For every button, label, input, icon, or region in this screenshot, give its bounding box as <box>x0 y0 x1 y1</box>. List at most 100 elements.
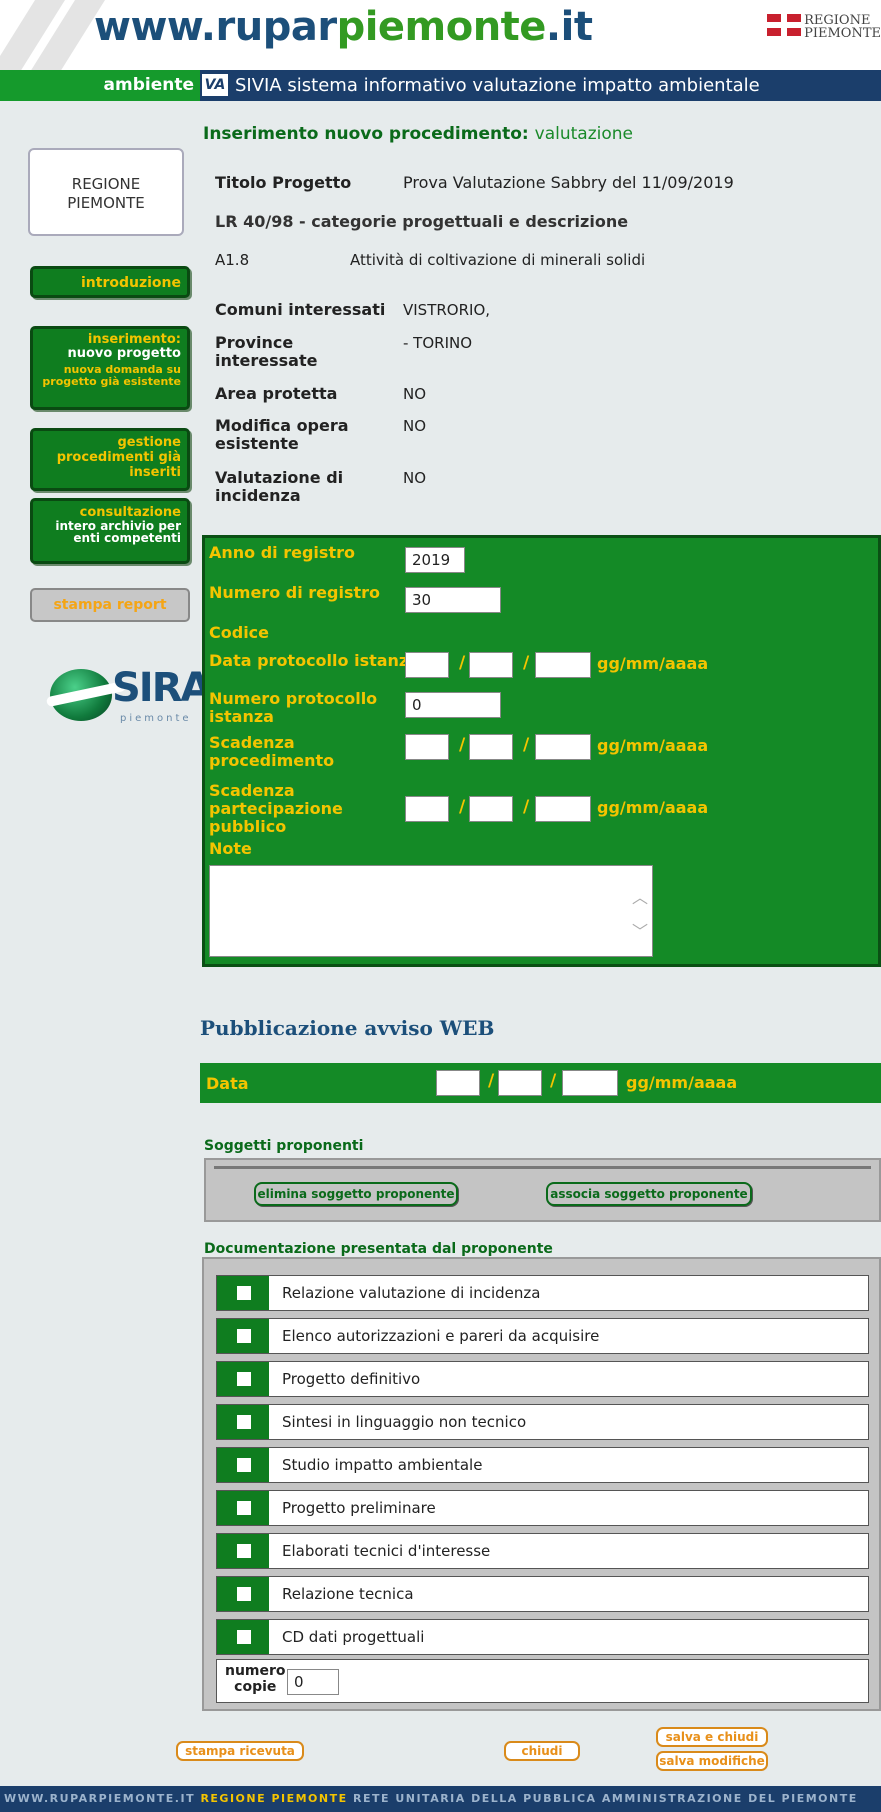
page-title: Inserimento nuovo procedimento: valutazi… <box>203 124 633 144</box>
sidebar-link-nuova-domanda[interactable]: nuova domanda su progetto già esistente <box>39 364 181 388</box>
footer-site-link[interactable]: WWW.RUPARPIEMONTE.IT <box>4 1792 195 1805</box>
data-protocollo-day[interactable] <box>405 652 449 678</box>
valutazione-incidenza-label: Valutazione di incidenza <box>215 468 344 505</box>
web-data-month[interactable] <box>498 1070 542 1096</box>
pubblicazione-date-bar: Data / / gg/mm/aaaa <box>200 1063 881 1103</box>
sidebar-item-inserimento[interactable]: inserimento: nuovo progetto nuova domand… <box>30 326 190 410</box>
doc-item[interactable]: Elenco autorizzazioni e pareri da acquis… <box>216 1318 869 1354</box>
anno-registro-label: Anno di registro <box>209 543 355 562</box>
numero-registro-input[interactable] <box>405 587 501 613</box>
doc-item[interactable]: Elaborati tecnici d'interesse <box>216 1533 869 1569</box>
regione-piemonte-logo[interactable]: REGIONE PIEMONTE <box>767 14 881 40</box>
doc-checkbox[interactable] <box>237 1286 251 1300</box>
province-label: Province interessate <box>215 333 318 370</box>
scadenza-partecipazione-label: Scadenza partecipazione pubblico <box>209 781 343 836</box>
web-data-day[interactable] <box>436 1070 480 1096</box>
salva-chiudi-button[interactable]: salva e chiudi <box>656 1727 768 1747</box>
doc-checkbox[interactable] <box>237 1372 251 1386</box>
lr-heading: LR 40/98 - categorie progettuali e descr… <box>215 212 629 231</box>
pubblicazione-heading: Pubblicazione avviso WEB <box>200 1016 495 1040</box>
modifica-opera-label: Modifica opera esistente <box>215 416 349 453</box>
doc-item[interactable]: CD dati progettuali <box>216 1619 869 1655</box>
doc-item[interactable]: Progetto preliminare <box>216 1490 869 1526</box>
ruparpiemonte-logo[interactable]: www.ruparpiemonte.it <box>94 4 593 50</box>
date-separator: / <box>488 1071 495 1091</box>
soggetti-divider <box>214 1166 871 1169</box>
area-protetta-label: Area protetta <box>215 384 338 403</box>
scadenza-partecipazione-day[interactable] <box>405 796 449 822</box>
numero-copie-input[interactable] <box>287 1669 339 1695</box>
regione-flag-icon <box>767 14 802 36</box>
sidebar-stampa-report-button[interactable]: stampa report <box>30 588 190 622</box>
chiudi-button[interactable]: chiudi <box>504 1741 580 1761</box>
footer-regione-link[interactable]: REGIONE PIEMONTE <box>200 1792 347 1805</box>
doc-item[interactable]: Relazione tecnica <box>216 1576 869 1612</box>
numero-registro-label: Numero di registro <box>209 583 380 602</box>
sira-logo-text: SIRA <box>112 665 211 711</box>
doc-item[interactable]: Relazione valutazione di incidenza <box>216 1275 869 1311</box>
soggetti-title: Soggetti proponenti <box>204 1138 364 1154</box>
numero-protocollo-input[interactable] <box>405 692 501 718</box>
date-separator: / <box>550 1071 557 1091</box>
sidebar-item-introduzione[interactable]: introduzione <box>30 266 190 298</box>
numero-copie-label: numero copie <box>225 1663 286 1695</box>
data-protocollo-year[interactable] <box>535 652 591 678</box>
site-header: www.ruparpiemonte.it REGIONE PIEMONTE <box>0 0 881 70</box>
sidebar-item-consultazione[interactable]: consultazione intero archivio per enti c… <box>30 498 190 564</box>
date-format-hint: gg/mm/aaaa <box>597 736 709 755</box>
sidebar-item-gestione[interactable]: gestione procedimenti già inseriti <box>30 428 190 491</box>
sidebar-regione-line2: PIEMONTE <box>67 194 145 212</box>
scadenza-procedimento-day[interactable] <box>405 734 449 760</box>
doc-item[interactable]: Sintesi in linguaggio non tecnico <box>216 1404 869 1440</box>
doc-checkbox[interactable] <box>237 1329 251 1343</box>
doc-checkbox[interactable] <box>237 1587 251 1601</box>
date-separator: / <box>459 797 466 817</box>
scadenza-procedimento-month[interactable] <box>469 734 513 760</box>
scroll-down-icon[interactable]: ﹀ <box>632 918 648 942</box>
scadenza-procedimento-label: Scadenza procedimento <box>209 733 335 770</box>
doc-checkbox[interactable] <box>237 1501 251 1515</box>
sidebar-regione-line1: REGIONE <box>71 175 141 193</box>
doc-checkbox[interactable] <box>237 1544 251 1558</box>
note-textarea[interactable]: ︿ ﹀ <box>209 865 653 957</box>
scadenza-partecipazione-month[interactable] <box>469 796 513 822</box>
anno-registro-input[interactable] <box>405 547 465 573</box>
doc-checkbox[interactable] <box>237 1458 251 1472</box>
codice-label: Codice <box>209 623 270 642</box>
footer-text: RETE UNITARIA DELLA PUBBLICA AMMINISTRAZ… <box>352 1792 858 1805</box>
sira-logo[interactable]: SIRA piemonte <box>45 665 211 735</box>
nav-section-ambiente[interactable]: ambiente <box>0 70 200 101</box>
note-label: Note <box>209 839 252 858</box>
titolo-value: Prova Valutazione Sabbry del 11/09/2019 <box>403 173 734 192</box>
site-footer: WWW.RUPARPIEMONTE.IT REGIONE PIEMONTE RE… <box>0 1786 881 1812</box>
area-protetta-value: NO <box>403 385 427 403</box>
doc-checkbox[interactable] <box>237 1415 251 1429</box>
province-value: - TORINO <box>403 334 473 352</box>
date-format-hint: gg/mm/aaaa <box>597 654 709 673</box>
stampa-ricevuta-button[interactable]: stampa ricevuta <box>176 1741 304 1761</box>
date-format-hint: gg/mm/aaaa <box>626 1073 738 1092</box>
elimina-soggetto-button[interactable]: elimina soggetto proponente <box>254 1182 458 1206</box>
modifica-opera-value: NO <box>403 417 427 435</box>
documentazione-title: Documentazione presentata dal proponente <box>204 1241 553 1257</box>
date-separator: / <box>459 653 466 673</box>
web-data-year[interactable] <box>562 1070 618 1096</box>
regione-logo-text: REGIONE PIEMONTE <box>804 13 881 41</box>
scadenza-procedimento-year[interactable] <box>535 734 591 760</box>
salva-modifiche-button[interactable]: salva modifiche <box>656 1751 768 1771</box>
valutazione-incidenza-value: NO <box>403 469 427 487</box>
doc-item[interactable]: Studio impatto ambientale <box>216 1447 869 1483</box>
category-description: Attività di coltivazione di minerali sol… <box>350 251 646 269</box>
data-protocollo-month[interactable] <box>469 652 513 678</box>
sidebar-link-nuovo-progetto[interactable]: nuovo progetto <box>39 346 181 362</box>
titolo-label: Titolo Progetto <box>215 173 352 192</box>
data-protocollo-label: Data protocollo istanza <box>209 651 420 670</box>
scadenza-partecipazione-year[interactable] <box>535 796 591 822</box>
date-separator: / <box>523 797 530 817</box>
doc-checkbox[interactable] <box>237 1630 251 1644</box>
associa-soggetto-button[interactable]: associa soggetto proponente <box>546 1182 752 1206</box>
sidebar-regione-box[interactable]: REGIONE PIEMONTE <box>28 148 184 236</box>
doc-item[interactable]: Progetto definitivo <box>216 1361 869 1397</box>
comuni-label: Comuni interessati <box>215 300 386 319</box>
scroll-up-icon[interactable]: ︿ <box>632 884 648 908</box>
